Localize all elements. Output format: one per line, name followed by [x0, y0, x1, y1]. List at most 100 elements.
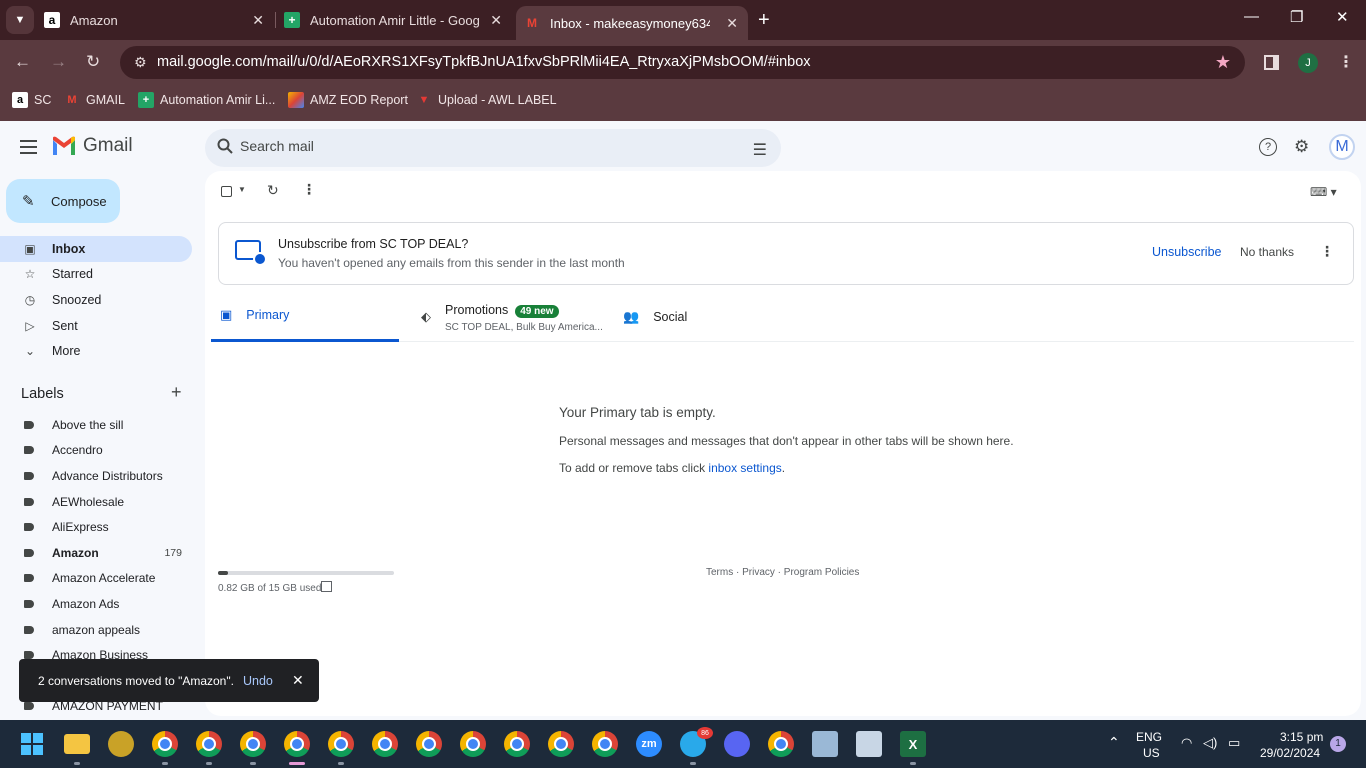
- address-url[interactable]: mail.google.com/mail/u/0/d/AEoRXRS1XFsyT…: [157, 54, 811, 70]
- browser-menu-icon[interactable]: ⋮: [1338, 52, 1354, 72]
- close-tab-icon[interactable]: ✕: [490, 12, 502, 29]
- no-thanks-button[interactable]: No thanks: [1240, 245, 1294, 259]
- label-item[interactable]: Amazon Ads: [0, 591, 192, 617]
- bookmark-star-icon[interactable]: ★: [1215, 52, 1231, 73]
- notification-badge[interactable]: 1: [1330, 736, 1346, 752]
- address-bar[interactable]: ⚙ mail.google.com/mail/u/0/d/AEoRXRS1XFs…: [120, 46, 1245, 79]
- label-item[interactable]: AEWholesale: [0, 489, 192, 515]
- external-link-icon[interactable]: [321, 581, 332, 592]
- browser-tab-sheets[interactable]: + Automation Amir Little - Google ✕: [284, 0, 512, 40]
- label-item[interactable]: amazon appeals: [0, 617, 192, 643]
- tab-search-icon[interactable]: ▼: [6, 6, 34, 34]
- label-tag-icon: [24, 626, 34, 634]
- refresh-icon[interactable]: ↻: [267, 182, 279, 199]
- file-explorer-icon[interactable]: [64, 734, 90, 754]
- search-input[interactable]: [240, 138, 720, 154]
- back-icon[interactable]: ←: [14, 52, 31, 72]
- discord-icon[interactable]: [724, 731, 750, 757]
- nav-sent[interactable]: ▷ Sent: [0, 313, 192, 339]
- browser-profile-avatar[interactable]: J: [1298, 53, 1318, 73]
- browser-tab-amazon[interactable]: a Amazon ✕: [44, 0, 274, 40]
- clock-time[interactable]: 3:15 pm: [1280, 730, 1323, 744]
- input-tools-keyboard-icon[interactable]: ⌨ ▾: [1310, 185, 1337, 199]
- clock-date[interactable]: 29/02/2024: [1260, 746, 1320, 760]
- chrome-profile-icon[interactable]: [328, 731, 354, 757]
- zoom-icon[interactable]: zm: [636, 731, 662, 757]
- new-tab-icon[interactable]: +: [758, 9, 770, 32]
- bookmark-amz-eod[interactable]: AMZ EOD Report: [288, 92, 408, 108]
- select-caret-icon[interactable]: ▼: [238, 185, 246, 194]
- undo-button[interactable]: Undo: [243, 674, 273, 688]
- chrome-profile-icon[interactable]: [460, 731, 486, 757]
- toast-message: 2 conversations moved to "Amazon".: [38, 673, 234, 688]
- nav-inbox[interactable]: ▣ Inbox: [0, 236, 192, 262]
- bookmark-gmail[interactable]: M GMAIL: [64, 92, 125, 108]
- inbox-settings-link[interactable]: inbox settings: [708, 461, 781, 475]
- chrome-profile-icon[interactable]: [592, 731, 618, 757]
- label-item[interactable]: Above the sill: [0, 412, 192, 438]
- bookmark-upload-awl[interactable]: ▼ Upload - AWL LABEL: [416, 92, 557, 108]
- label-item[interactable]: Advance Distributors: [0, 463, 192, 489]
- chrome-profile-icon[interactable]: [768, 731, 794, 757]
- gmail-app: Gmail ☰ ? ⚙ M ✎ Compose ▣Inbox ☆Starred …: [0, 121, 1366, 720]
- browser-tab-gmail[interactable]: M Inbox - makeeasymoney634@g ✕: [516, 6, 748, 40]
- gmail-logo[interactable]: Gmail: [51, 135, 133, 157]
- excel-icon[interactable]: X: [900, 731, 926, 757]
- close-window-icon[interactable]: ✕: [1336, 8, 1349, 26]
- nav-starred[interactable]: ☆ Starred: [0, 261, 192, 287]
- nav-more[interactable]: ⌄ More: [0, 338, 192, 364]
- banner-more-icon[interactable]: ⋮: [1320, 243, 1334, 260]
- restore-icon[interactable]: ❐: [1290, 8, 1303, 26]
- region-indicator[interactable]: US: [1143, 746, 1160, 760]
- chrome-profile-icon[interactable]: [504, 731, 530, 757]
- tab-promotions[interactable]: ⬖ Promotions 49 new SC TOP DEAL, Bulk Buy…: [421, 291, 611, 342]
- chrome-profile-icon[interactable]: [372, 731, 398, 757]
- footer-links[interactable]: Terms · Privacy · Program Policies: [706, 567, 859, 578]
- chrome-profile-icon[interactable]: [240, 731, 266, 757]
- more-options-icon[interactable]: ⋮: [302, 181, 316, 198]
- compose-button[interactable]: ✎ Compose: [6, 179, 120, 223]
- windows-start-icon[interactable]: [21, 733, 43, 755]
- main-menu-icon[interactable]: [20, 140, 37, 158]
- settings-gear-icon[interactable]: ⚙: [1294, 137, 1309, 157]
- volume-icon[interactable]: ◁): [1203, 735, 1217, 751]
- search-options-icon[interactable]: ☰: [753, 140, 767, 160]
- site-info-icon[interactable]: ⚙: [134, 54, 147, 71]
- calculator-icon[interactable]: [856, 731, 882, 757]
- mail-unsubscribe-icon: [235, 240, 267, 266]
- minimize-icon[interactable]: —: [1244, 8, 1259, 25]
- close-icon[interactable]: ✕: [292, 672, 304, 689]
- chrome-active-profile-icon[interactable]: [284, 731, 310, 757]
- bookmark-sc[interactable]: a SC: [12, 92, 51, 108]
- select-all-checkbox[interactable]: [221, 186, 232, 197]
- chrome-profile-icon[interactable]: [548, 731, 574, 757]
- nav-snoozed[interactable]: ◷ Snoozed: [0, 287, 192, 313]
- unsubscribe-button[interactable]: Unsubscribe: [1152, 245, 1221, 259]
- chrome-profile-icon[interactable]: [152, 731, 178, 757]
- forward-icon[interactable]: →: [50, 52, 67, 72]
- chrome-profile-icon[interactable]: [196, 731, 222, 757]
- notepad-icon[interactable]: [812, 731, 838, 757]
- unread-count: 179: [164, 547, 182, 559]
- reload-icon[interactable]: ↻: [86, 52, 100, 72]
- label-item[interactable]: Accendro: [0, 437, 192, 463]
- search-icon[interactable]: [217, 138, 233, 154]
- label-item-amazon[interactable]: Amazon 179: [0, 540, 192, 566]
- tab-primary[interactable]: ▣ Primary: [211, 291, 399, 342]
- account-avatar[interactable]: M: [1329, 134, 1355, 160]
- close-tab-icon[interactable]: ✕: [252, 12, 264, 29]
- label-item[interactable]: Amazon Accelerate: [0, 565, 192, 591]
- close-tab-icon[interactable]: ✕: [726, 15, 738, 32]
- battery-icon[interactable]: ▭: [1228, 735, 1240, 751]
- app-mascot-icon[interactable]: [108, 731, 134, 757]
- side-panel-icon[interactable]: [1264, 55, 1279, 70]
- label-item[interactable]: AliExpress: [0, 514, 192, 540]
- language-indicator[interactable]: ENG: [1136, 730, 1162, 744]
- tab-social[interactable]: 👥 Social: [623, 291, 813, 342]
- bookmark-automation[interactable]: + Automation Amir Li...: [138, 92, 275, 108]
- tray-overflow-icon[interactable]: ⌃: [1108, 734, 1120, 751]
- wifi-icon[interactable]: ◠: [1181, 735, 1192, 751]
- chrome-profile-icon[interactable]: [416, 731, 442, 757]
- help-icon[interactable]: ?: [1259, 138, 1277, 156]
- add-label-icon[interactable]: +: [171, 382, 182, 403]
